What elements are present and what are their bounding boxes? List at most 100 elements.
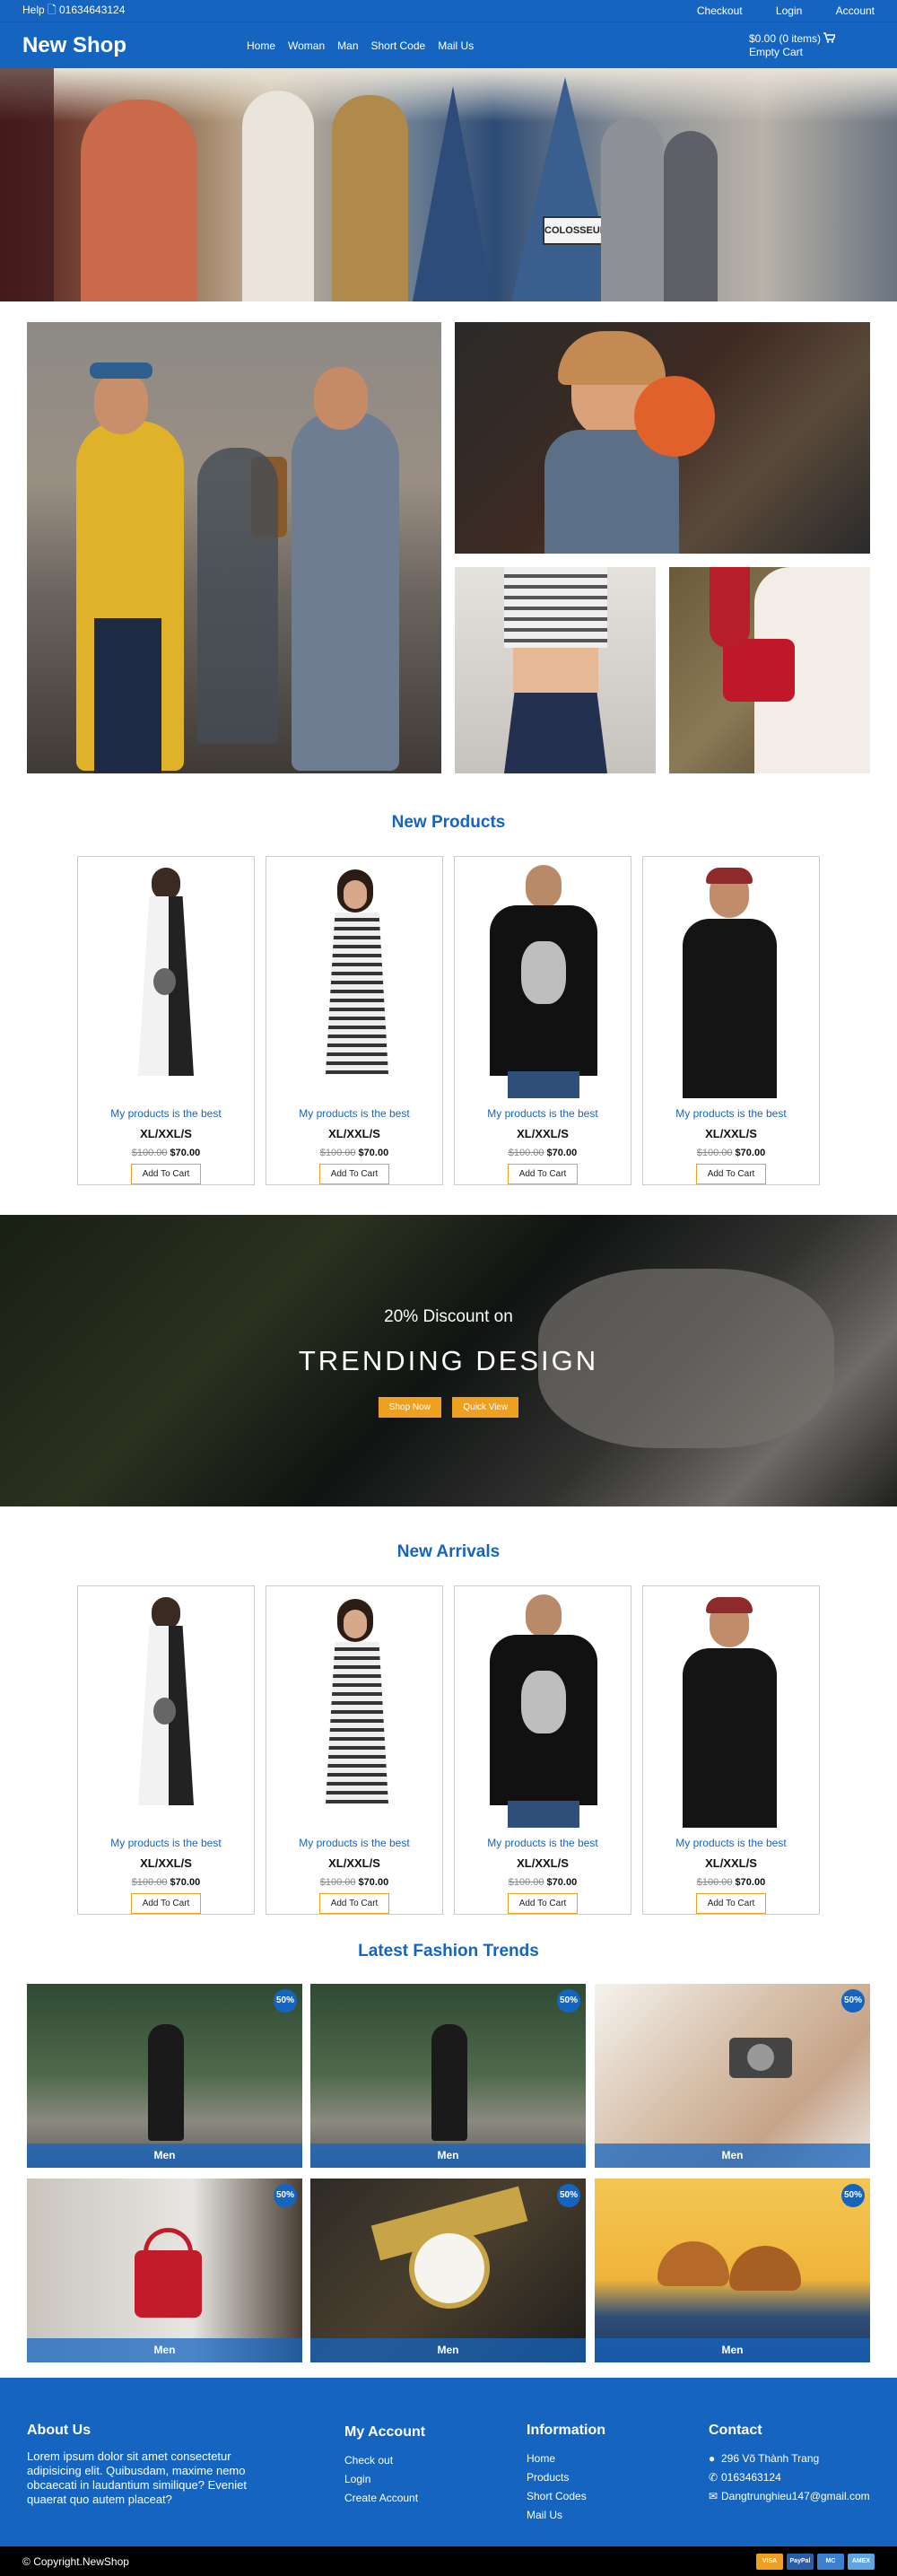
gallery-red-bag[interactable] [669,567,870,773]
old-price: $100.00 [508,1148,544,1158]
product-card[interactable]: My products is the best XL/XXL/S $100.00… [642,856,820,1185]
product-card[interactable]: My products is the best XL/XXL/S $100.00… [454,856,631,1185]
map-marker-icon: ● [709,2452,716,2465]
product-image-tshirt-black-print[interactable] [458,860,627,1098]
menu-mail-us[interactable]: Mail Us [438,39,474,52]
add-to-cart-button[interactable]: Add To Cart [695,1893,767,1914]
checkout-link[interactable]: Checkout [697,4,743,17]
add-to-cart-button[interactable]: Add To Cart [695,1164,767,1184]
product-image-dress-stripes[interactable] [270,860,439,1098]
product-name[interactable]: My products is the best [455,1107,631,1120]
product-image-tshirt-black[interactable] [647,1590,815,1828]
menu-home[interactable]: Home [247,39,275,52]
discount-badge: 50% [274,2184,297,2207]
cart-status: Empty Cart [749,45,804,58]
envelope-icon: ✉ [709,2490,718,2502]
trend-label: Men [595,2338,870,2362]
gallery-men-street[interactable] [27,322,441,773]
product-price: $100.00 $70.00 [455,1877,631,1888]
trend-card[interactable]: 50% Men [27,2179,302,2362]
hero-mall-image: COLOSSEUM [0,68,897,301]
add-to-cart-button[interactable]: Add To Cart [318,1893,390,1914]
shop-now-button[interactable]: Shop Now [378,1397,441,1418]
footer-link-home[interactable]: Home [527,2449,605,2468]
trend-card[interactable]: 50% Men [595,1984,870,2168]
cart-total: $0.00 (0 items) [749,31,822,45]
footer-about-text: Lorem ipsum dolor sit amet consectetur a… [27,2449,247,2506]
cart-icon [823,31,837,43]
trend-card[interactable]: 50% Men [595,2179,870,2362]
trend-card[interactable]: 50% Men [310,2179,586,2362]
brand-logo[interactable]: New Shop [22,33,247,58]
product-name[interactable]: My products is the best [266,1837,442,1849]
cart-summary[interactable]: $0.00 (0 items) Empty Cart [749,32,875,59]
footer-link-create-account[interactable]: Create Account [344,2489,425,2508]
add-to-cart-button[interactable]: Add To Cart [507,1893,579,1914]
product-sizes: XL/XXL/S [517,1856,569,1870]
product-sizes: XL/XXL/S [517,1127,569,1140]
banner-title: TRENDING DESIGN [298,1345,599,1376]
footer-link-mail-us[interactable]: Mail Us [527,2506,605,2525]
contact-email[interactable]: Dangtrunghieu147@gmail.com [721,2490,870,2502]
top-bar: Help 🗋 01634643124 Checkout Login Accoun… [0,0,897,22]
product-image-dress-print[interactable] [82,1590,250,1828]
banner-buttons: Shop Now Quick View [0,1397,897,1418]
discount-banner: 20% Discount on TRENDING DESIGN Shop Now… [0,1215,897,1506]
footer-link-products[interactable]: Products [527,2468,605,2487]
product-price: $100.00 $70.00 [266,1148,442,1158]
contact-phone: 0163463124 [721,2471,781,2484]
product-name[interactable]: My products is the best [643,1837,819,1849]
old-price: $100.00 [131,1877,168,1888]
menu-woman[interactable]: Woman [288,39,325,52]
product-name[interactable]: My products is the best [455,1837,631,1849]
quick-view-button[interactable]: Quick View [452,1397,519,1418]
product-card[interactable]: My products is the best XL/XXL/S $100.00… [642,1585,820,1915]
main-navbar: New Shop Home Woman Man Short Code Mail … [0,22,897,68]
account-link[interactable]: Account [836,4,875,17]
product-card[interactable]: My products is the best XL/XXL/S $100.00… [266,856,443,1185]
menu-short-code[interactable]: Short Code [371,39,426,52]
add-to-cart-button[interactable]: Add To Cart [130,1893,202,1914]
login-link[interactable]: Login [776,4,802,17]
trend-card[interactable]: 50% Men [27,1984,302,2168]
add-to-cart-button[interactable]: Add To Cart [507,1164,579,1184]
product-name[interactable]: My products is the best [78,1837,254,1849]
product-name[interactable]: My products is the best [78,1107,254,1120]
product-image-dress-print[interactable] [82,860,250,1098]
product-image-dress-stripes[interactable] [270,1590,439,1828]
product-image-tshirt-black-print[interactable] [458,1590,627,1828]
product-sizes: XL/XXL/S [140,1856,192,1870]
product-card[interactable]: My products is the best XL/XXL/S $100.00… [266,1585,443,1915]
add-to-cart-button[interactable]: Add To Cart [318,1164,390,1184]
footer-link-checkout[interactable]: Check out [344,2451,425,2470]
main-menu: Home Woman Man Short Code Mail Us [247,39,749,52]
gallery-crop-top[interactable] [455,567,656,773]
new-products-title: New Products [391,813,506,832]
discount-badge: 50% [274,1989,297,2013]
product-card[interactable]: My products is the best XL/XXL/S $100.00… [77,1585,255,1915]
product-name[interactable]: My products is the best [643,1107,819,1120]
amex-icon: AMEX [848,2553,875,2570]
current-price: $70.00 [170,1148,201,1158]
product-sizes: XL/XXL/S [328,1856,380,1870]
footer-information: Information Home Products Short Codes Ma… [527,2423,605,2525]
footer-about: About Us Lorem ipsum dolor sit amet cons… [27,2423,260,2507]
menu-man[interactable]: Man [337,39,358,52]
product-image-tshirt-black[interactable] [647,860,815,1098]
new-products-grid: My products is the best XL/XXL/S $100.00… [0,856,897,1185]
product-sizes: XL/XXL/S [705,1127,757,1140]
new-arrivals-title: New Arrivals [396,1542,501,1561]
top-links: Checkout Login Account [666,4,875,17]
product-name[interactable]: My products is the best [266,1107,442,1120]
product-card[interactable]: My products is the best XL/XXL/S $100.00… [454,1585,631,1915]
product-card[interactable]: My products is the best XL/XXL/S $100.00… [77,856,255,1185]
copyright-bar: © Copyright.NewShop VISA PayPal MC AMEX [0,2546,897,2576]
footer-link-short-codes[interactable]: Short Codes [527,2487,605,2506]
copyright-text: Copyright.NewShop [33,2554,129,2568]
trend-card[interactable]: 50% Men [310,1984,586,2168]
gallery-woman-flowers[interactable] [455,322,870,554]
product-price: $100.00 $70.00 [455,1148,631,1158]
add-to-cart-button[interactable]: Add To Cart [130,1164,202,1184]
footer: About Us Lorem ipsum dolor sit amet cons… [0,2378,897,2546]
footer-link-login[interactable]: Login [344,2470,425,2489]
